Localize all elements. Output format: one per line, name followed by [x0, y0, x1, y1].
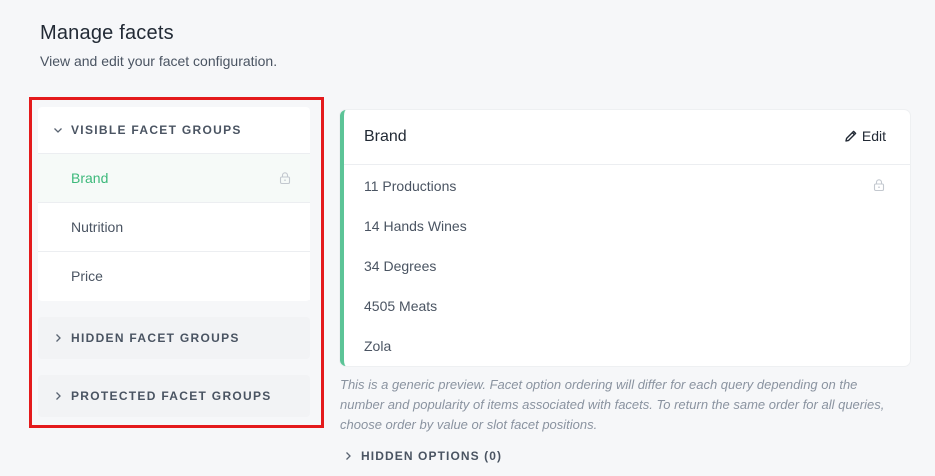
pencil-icon — [845, 130, 857, 142]
facet-item-label: Brand — [71, 170, 109, 186]
facet-item-label: Price — [71, 268, 103, 284]
edit-button[interactable]: Edit — [844, 128, 886, 144]
protected-facet-groups-section: PROTECTED FACET GROUPS — [38, 375, 310, 417]
hidden-facet-groups-label: HIDDEN FACET GROUPS — [71, 331, 240, 345]
hidden-options-toggle[interactable]: HIDDEN OPTIONS (0) — [342, 449, 502, 463]
facet-option: 11 Productions — [364, 178, 457, 194]
facet-preview-card: Brand Edit 11 Productions 14 Hands Wines… — [340, 110, 910, 366]
visible-facet-groups-section: VISIBLE FACET GROUPS Brand Nutrition Pri… — [38, 107, 310, 301]
page-title: Manage facets — [40, 22, 174, 44]
chevron-right-icon — [346, 452, 351, 460]
chevron-right-icon — [56, 392, 61, 400]
edit-label: Edit — [861, 128, 886, 144]
protected-facet-groups-toggle[interactable]: PROTECTED FACET GROUPS — [38, 375, 310, 417]
hidden-options-label: HIDDEN OPTIONS (0) — [361, 449, 503, 463]
hidden-facet-groups-section: HIDDEN FACET GROUPS — [38, 317, 310, 359]
chevron-down-icon — [54, 128, 62, 133]
facet-item-brand[interactable]: Brand — [38, 153, 310, 202]
facet-item-nutrition[interactable]: Nutrition — [38, 202, 310, 251]
protected-facet-groups-label: PROTECTED FACET GROUPS — [71, 389, 272, 403]
facet-option: 14 Hands Wines — [364, 218, 467, 234]
page-subtitle: View and edit your facet configuration. — [40, 53, 278, 69]
chevron-right-icon — [56, 334, 61, 342]
lock-icon — [873, 179, 885, 192]
facet-item-label: Nutrition — [71, 219, 124, 235]
facet-option: 4505 Meats — [364, 298, 438, 314]
facet-option: Zola — [364, 338, 392, 354]
hidden-facet-groups-toggle[interactable]: HIDDEN FACET GROUPS — [38, 317, 310, 359]
lock-icon — [279, 172, 291, 185]
visible-facet-groups-label: VISIBLE FACET GROUPS — [71, 123, 242, 137]
visible-facet-groups-toggle[interactable]: VISIBLE FACET GROUPS — [38, 107, 310, 153]
card-header: Brand Edit — [344, 110, 910, 165]
facet-option: 34 Degrees — [364, 258, 437, 274]
preview-note: This is a generic preview. Facet option … — [340, 377, 885, 432]
card-title: Brand — [364, 128, 407, 145]
facet-item-price[interactable]: Price — [38, 251, 310, 300]
manage-facets-page: Manage facets View and edit your facet c… — [0, 0, 935, 476]
